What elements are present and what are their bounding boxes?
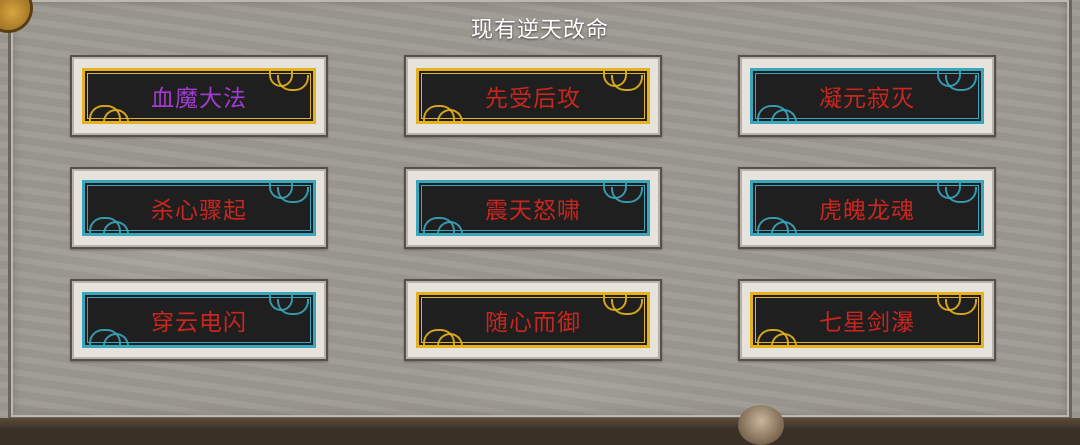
knob-ornament-icon — [738, 405, 784, 445]
skill-label: 虎魄龙魂 — [819, 198, 915, 224]
skill-button-9[interactable]: 七星剑瀑 — [738, 279, 996, 361]
skill-label: 血魔大法 — [151, 86, 247, 112]
skill-label: 凝元寂灭 — [819, 86, 915, 112]
skill-plate: 七星剑瀑 — [750, 292, 984, 348]
skill-button-2[interactable]: 先受后攻 — [404, 55, 662, 137]
skill-button-6[interactable]: 虎魄龙魂 — [738, 167, 996, 249]
panel-title: 现有逆天改命 — [470, 18, 609, 43]
skill-plate: 穿云电闪 — [82, 292, 316, 348]
skill-button-8[interactable]: 随心而御 — [404, 279, 662, 361]
skill-plate: 凝元寂灭 — [750, 68, 984, 124]
skill-label: 先受后攻 — [485, 86, 581, 112]
skill-button-4[interactable]: 杀心骤起 — [70, 167, 328, 249]
skill-button-5[interactable]: 震天怒啸 — [404, 167, 662, 249]
skill-plate: 随心而御 — [416, 292, 650, 348]
skill-plate: 血魔大法 — [82, 68, 316, 124]
skill-label: 七星剑瀑 — [819, 310, 915, 336]
skill-button-3[interactable]: 凝元寂灭 — [738, 55, 996, 137]
skill-plate: 杀心骤起 — [82, 180, 316, 236]
skill-plate: 先受后攻 — [416, 68, 650, 124]
bottom-bar — [0, 418, 1080, 430]
skill-button-7[interactable]: 穿云电闪 — [70, 279, 328, 361]
skill-label: 震天怒啸 — [485, 198, 581, 224]
skill-plate: 震天怒啸 — [416, 180, 650, 236]
skill-label: 杀心骤起 — [151, 198, 247, 224]
skill-label: 穿云电闪 — [151, 310, 247, 336]
skill-label: 随心而御 — [485, 310, 581, 336]
skill-button-1[interactable]: 血魔大法 — [70, 55, 328, 137]
skill-plate: 虎魄龙魂 — [750, 180, 984, 236]
